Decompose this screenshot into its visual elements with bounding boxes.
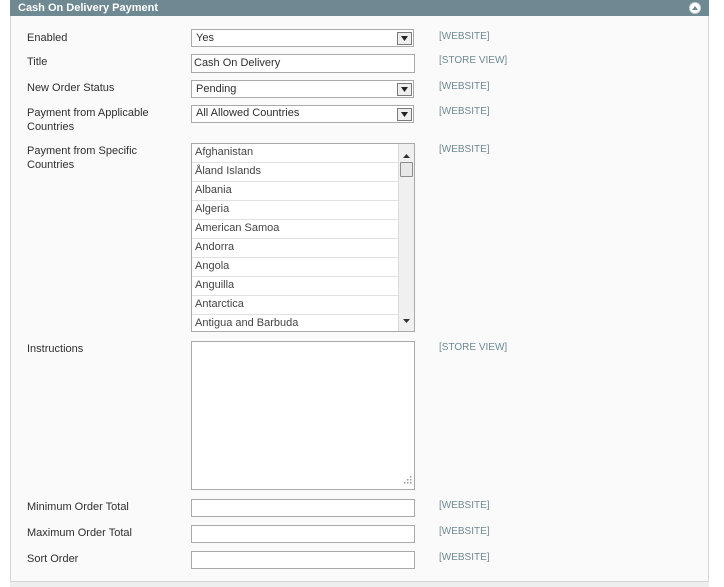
enabled-select-value: Yes: [196, 32, 214, 44]
max-order-total-scope: [WEBSITE]: [439, 526, 490, 537]
sort-order-scope: [WEBSITE]: [439, 552, 490, 563]
sort-order-input[interactable]: [191, 551, 415, 569]
max-order-total-label: Maximum Order Total: [27, 527, 132, 539]
section-header[interactable]: Cash On Delivery Payment: [10, 0, 709, 16]
min-order-total-input[interactable]: [191, 499, 415, 517]
scroll-up-arrow-icon[interactable]: [403, 149, 410, 161]
min-order-total-label: Minimum Order Total: [27, 501, 129, 513]
scrollbar-thumb[interactable]: [400, 162, 413, 177]
title-scope: [STORE VIEW]: [439, 55, 508, 66]
specific-countries-multiselect[interactable]: Afghanistan Åland Islands Albania Algeri…: [191, 143, 415, 332]
resize-grip-icon[interactable]: [403, 475, 412, 487]
instructions-scope: [STORE VIEW]: [439, 342, 508, 353]
instructions-textarea[interactable]: [191, 341, 415, 490]
country-option[interactable]: Albania: [192, 182, 398, 201]
applicable-countries-label: Payment from Applicable Countries: [27, 107, 149, 133]
title-input-value: Cash On Delivery: [194, 57, 281, 69]
new-order-status-label: New Order Status: [27, 82, 115, 94]
new-order-status-select[interactable]: Pending: [191, 80, 414, 98]
new-order-status-value: Pending: [196, 83, 237, 95]
specific-countries-label: Payment from Specific Countries: [27, 145, 138, 171]
applicable-countries-select[interactable]: All Allowed Countries: [191, 105, 414, 123]
collapse-up-icon[interactable]: [689, 2, 701, 14]
enabled-scope: [WEBSITE]: [439, 31, 490, 42]
min-order-total-scope: [WEBSITE]: [439, 500, 490, 511]
dropdown-arrow-icon[interactable]: [397, 83, 412, 96]
enabled-label: Enabled: [27, 32, 68, 44]
title-input[interactable]: Cash On Delivery: [191, 54, 415, 73]
dropdown-arrow-icon[interactable]: [397, 108, 412, 121]
country-option[interactable]: Afghanistan: [192, 144, 398, 163]
listbox-scrollbar[interactable]: [398, 144, 414, 331]
country-option[interactable]: Antarctica: [192, 296, 398, 315]
instructions-label: Instructions: [27, 343, 84, 355]
scroll-down-arrow-icon[interactable]: [403, 314, 410, 326]
enabled-select[interactable]: Yes: [191, 29, 414, 47]
country-option[interactable]: Anguilla: [192, 277, 398, 296]
max-order-total-input[interactable]: [191, 525, 415, 543]
country-option[interactable]: Andorra: [192, 239, 398, 258]
applicable-countries-value: All Allowed Countries: [196, 107, 300, 119]
dropdown-arrow-icon[interactable]: [397, 32, 412, 45]
title-label: Title: [27, 56, 48, 68]
specific-countries-scope: [WEBSITE]: [439, 144, 490, 155]
new-order-status-scope: [WEBSITE]: [439, 81, 490, 92]
applicable-countries-scope: [WEBSITE]: [439, 106, 490, 117]
country-option[interactable]: Åland Islands: [192, 163, 398, 182]
country-option[interactable]: American Samoa: [192, 220, 398, 239]
country-option[interactable]: Angola: [192, 258, 398, 277]
country-option[interactable]: Algeria: [192, 201, 398, 220]
sort-order-label: Sort Order: [27, 553, 79, 565]
panel-footer-strip: [10, 582, 709, 587]
country-option[interactable]: Antigua and Barbuda: [192, 315, 398, 331]
section-title: Cash On Delivery Payment: [18, 2, 159, 14]
